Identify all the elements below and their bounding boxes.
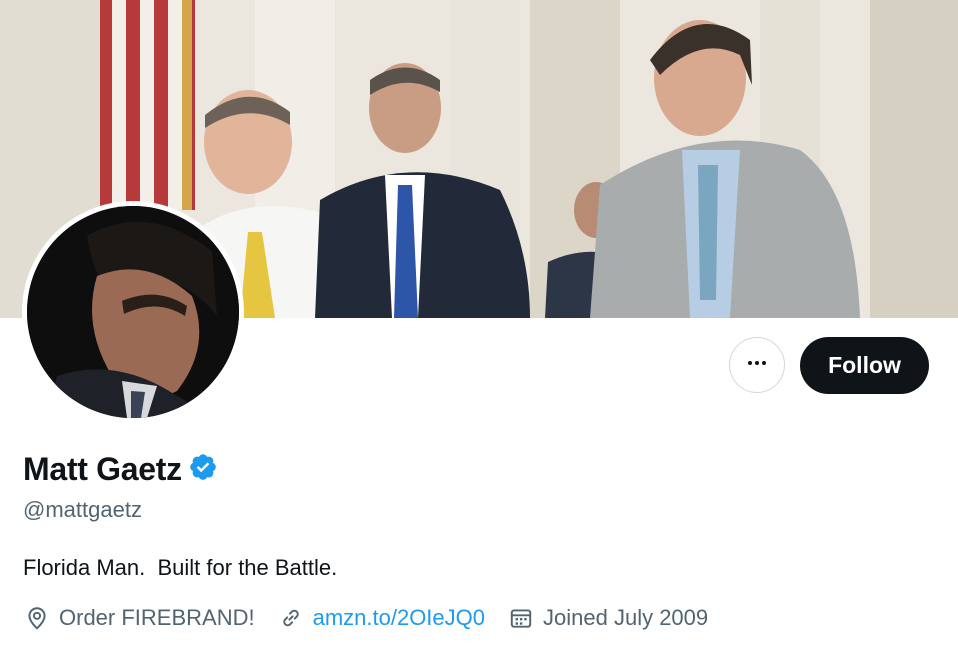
joined-date-text: Joined July 2009 — [543, 605, 709, 630]
follow-button-label: Follow — [828, 352, 901, 378]
more-options-button[interactable] — [729, 337, 785, 393]
location-text: Order FIREBRAND! — [59, 605, 255, 630]
display-name: Matt Gaetz — [23, 451, 182, 487]
website-link[interactable]: amzn.to/2OIeJQ0 — [313, 605, 485, 631]
location-item: Order FIREBRAND! — [23, 604, 255, 632]
profile-bio: Florida Man. Built for the Battle. — [23, 555, 338, 580]
profile-page: Follow Matt Gaetz @mattgaetz Florida Man… — [0, 0, 958, 654]
username-handle: @mattgaetz — [23, 497, 142, 522]
follow-button[interactable]: Follow — [800, 337, 929, 394]
location-pin-icon — [23, 604, 51, 632]
link-icon — [277, 604, 305, 632]
profile-meta-row: Order FIREBRAND! amzn.to/2OIeJQ0 Joined … — [23, 604, 730, 632]
more-horizontal-icon — [745, 351, 769, 380]
website-item[interactable]: amzn.to/2OIeJQ0 — [277, 604, 485, 632]
display-name-row: Matt Gaetz — [23, 451, 218, 488]
joined-item: Joined July 2009 — [507, 604, 708, 632]
avatar-image — [27, 206, 239, 418]
profile-avatar[interactable] — [22, 201, 244, 423]
calendar-icon — [507, 604, 535, 632]
verified-badge-icon[interactable] — [188, 452, 218, 487]
